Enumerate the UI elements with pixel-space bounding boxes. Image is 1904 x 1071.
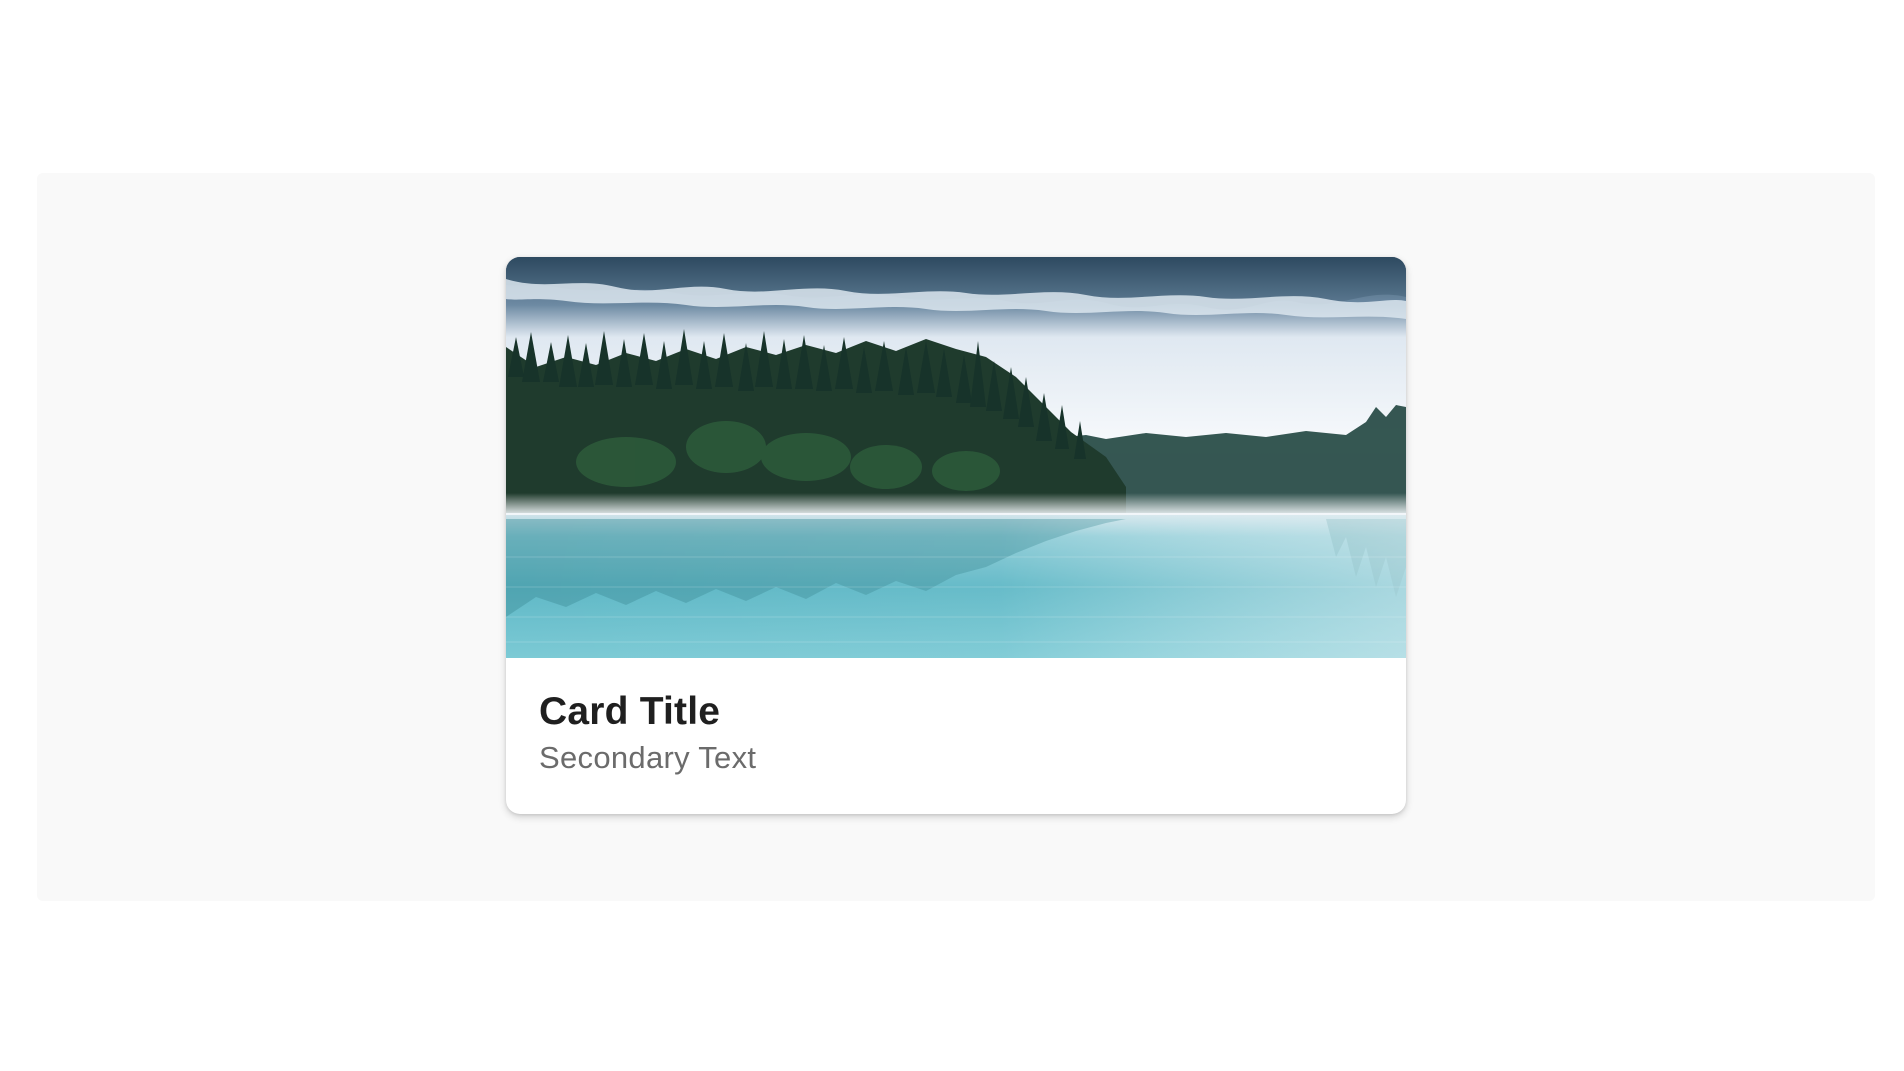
card-content: Card Title Secondary Text [539,689,1373,777]
card-secondary-text: Secondary Text [539,740,757,775]
card-title: Card Title [539,690,721,733]
page-background: Card Title Secondary Text [37,173,1875,901]
card-media-image [506,257,1406,658]
media-card[interactable]: Card Title Secondary Text [506,257,1406,814]
